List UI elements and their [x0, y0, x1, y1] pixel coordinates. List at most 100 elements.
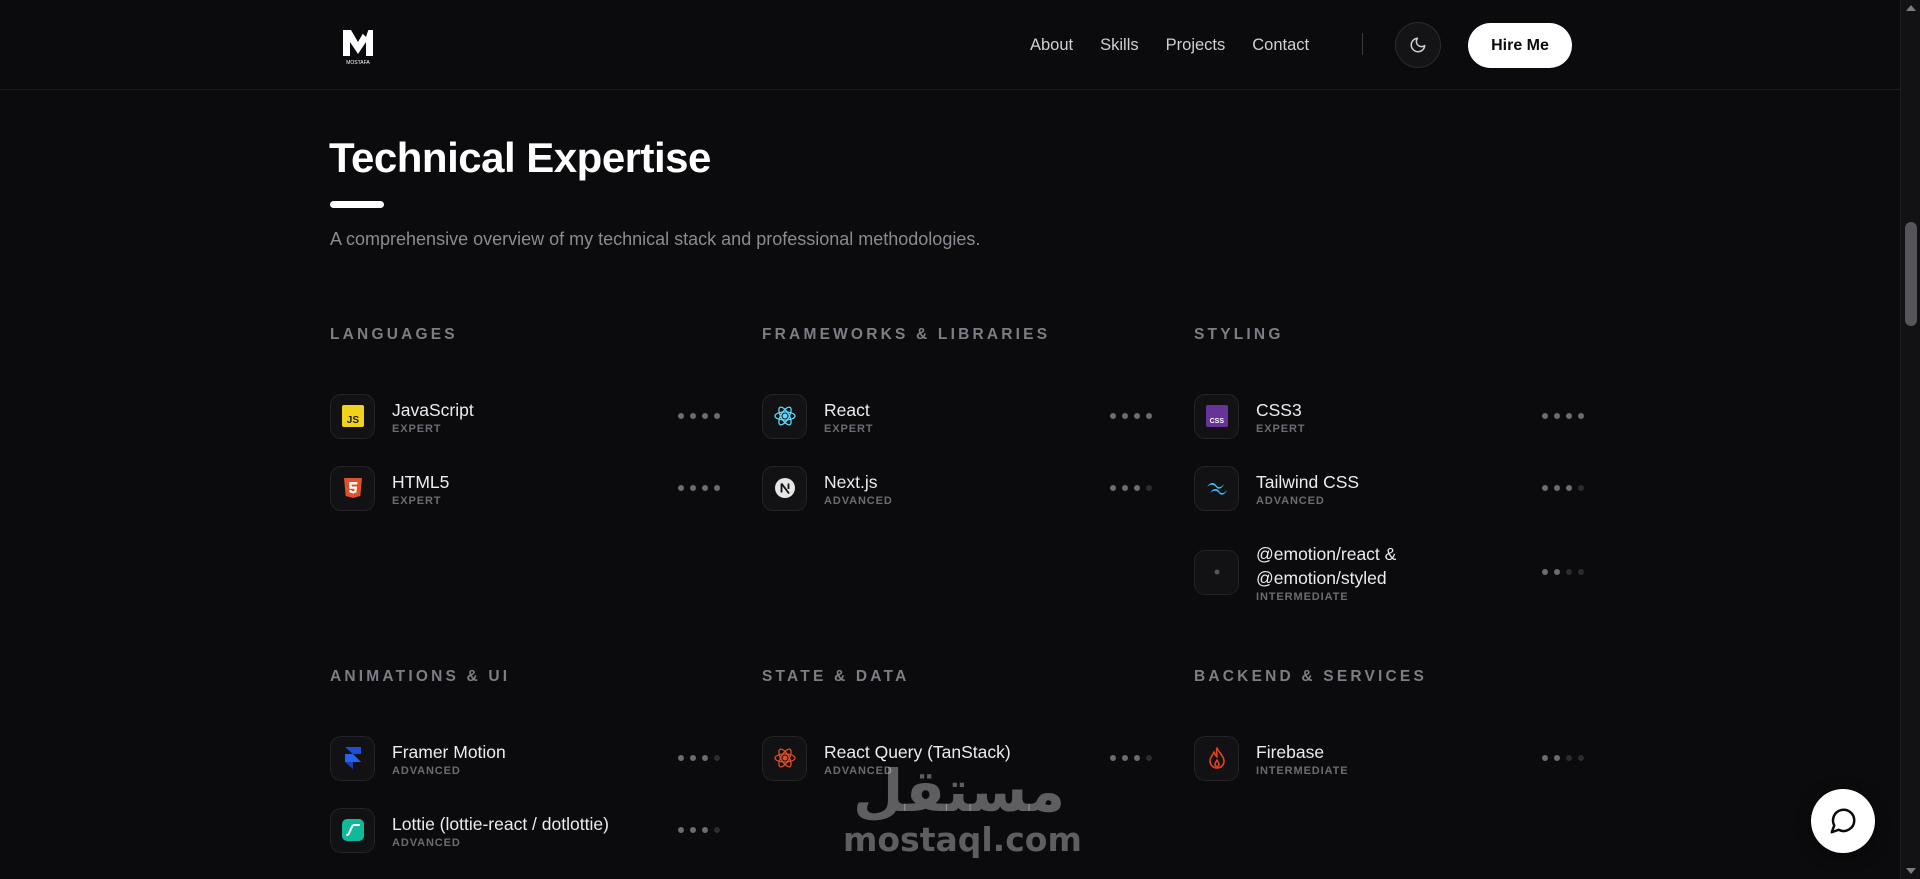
chat-button[interactable]	[1811, 789, 1875, 853]
level-dot	[678, 755, 684, 761]
level-dot	[702, 827, 708, 833]
level-dot	[714, 827, 720, 833]
skill-item-css3: CSS CSS3 Expert	[1194, 380, 1584, 452]
level-dot	[1542, 755, 1548, 761]
svg-text:JS: JS	[346, 415, 359, 426]
skill-level: Intermediate	[1256, 764, 1349, 777]
skill-name: Tailwind CSS	[1256, 471, 1360, 492]
skill-name: Lottie (lottie-react / dotlottie)	[392, 813, 609, 834]
level-dot	[1554, 413, 1560, 419]
nav-link-skills[interactable]: Skills	[1100, 36, 1139, 55]
skill-item-firebase: Firebase Intermediate	[1194, 722, 1584, 794]
level-dot	[1566, 485, 1572, 491]
level-dot	[1578, 755, 1584, 761]
page-scrollbar[interactable]	[1900, 0, 1920, 879]
level-dot	[1122, 755, 1128, 761]
level-dot	[1554, 485, 1560, 491]
level-dot	[678, 413, 684, 419]
moon-icon	[1410, 37, 1426, 53]
nav-link-about[interactable]: About	[1030, 36, 1073, 55]
level-dot	[678, 485, 684, 491]
category-languages: Languages JS JavaScript Expert HTML5 Exp…	[330, 326, 720, 524]
skill-level-dots	[678, 413, 720, 419]
level-dot	[678, 827, 684, 833]
level-dot	[1542, 485, 1548, 491]
category-title: Animations & UI	[330, 668, 511, 685]
scroll-thumb[interactable]	[1905, 222, 1917, 326]
javascript-icon: JS	[330, 393, 375, 439]
category-styling: Styling CSS CSS3 Expert Tailwind CSS Adv…	[1194, 326, 1584, 620]
lottie-icon	[330, 807, 375, 853]
skill-level: Expert	[824, 422, 874, 435]
category-frameworks: Frameworks & Libraries React Expert Next…	[762, 326, 1152, 524]
category-animations: Animations & UI Framer Motion Advanced L…	[330, 668, 720, 866]
level-dot	[702, 485, 708, 491]
skill-level-dots	[1110, 485, 1152, 491]
skill-name: CSS3	[1256, 399, 1302, 420]
tailwind-icon	[1194, 465, 1239, 511]
nav-divider	[1362, 33, 1363, 55]
watermark-latin: mostaql.com	[843, 820, 1082, 859]
level-dot	[714, 485, 720, 491]
skill-name: JavaScript	[392, 399, 474, 420]
title-underline	[330, 201, 384, 208]
skill-item-emotion: @emotion/react & @emotion/styled Interme…	[1194, 524, 1584, 620]
level-dot	[1566, 569, 1572, 575]
level-dot	[1134, 485, 1140, 491]
site-header: MOSTAFA About Skills Projects Contact Hi…	[0, 0, 1900, 90]
logo[interactable]: MOSTAFA	[340, 26, 376, 66]
theme-toggle-button[interactable]	[1395, 22, 1441, 68]
level-dot	[1542, 569, 1548, 575]
skill-level-dots	[1542, 485, 1584, 491]
scroll-up-arrow-icon[interactable]	[1906, 5, 1916, 11]
level-dot	[690, 413, 696, 419]
framer-motion-icon	[330, 735, 375, 781]
svg-text:CSS: CSS	[1209, 418, 1224, 425]
emotion-icon	[1194, 549, 1239, 595]
level-dot	[1578, 485, 1584, 491]
nav-link-projects[interactable]: Projects	[1166, 36, 1226, 55]
skill-item-framer-motion: Framer Motion Advanced	[330, 722, 720, 794]
level-dot	[690, 755, 696, 761]
level-dot	[1134, 755, 1140, 761]
skill-level-dots	[1542, 755, 1584, 761]
skill-item-lottie: Lottie (lottie-react / dotlottie) Advanc…	[330, 794, 720, 866]
skill-level: Advanced	[824, 494, 893, 507]
skill-level: Intermediate	[1256, 590, 1349, 603]
category-title: Styling	[1194, 326, 1284, 343]
skill-level: Advanced	[392, 836, 461, 849]
level-dot	[1566, 755, 1572, 761]
level-dot	[702, 755, 708, 761]
category-title: State & Data	[762, 668, 910, 685]
hire-me-button[interactable]: Hire Me	[1468, 23, 1572, 68]
level-dot	[1134, 413, 1140, 419]
level-dot	[690, 827, 696, 833]
skill-level-dots	[678, 827, 720, 833]
level-dot	[714, 413, 720, 419]
skill-level-dots	[678, 485, 720, 491]
level-dot	[1542, 413, 1548, 419]
skill-name: Firebase	[1256, 741, 1325, 762]
skill-name: Next.js	[824, 471, 878, 492]
skill-level-dots	[1542, 413, 1584, 419]
mostaql-watermark: مستقل mostaql.com	[843, 757, 1082, 859]
firebase-icon	[1194, 735, 1239, 781]
logo-caption: MOSTAFA	[346, 60, 370, 66]
level-dot	[1146, 413, 1152, 419]
level-dot	[1554, 755, 1560, 761]
nextjs-icon	[762, 465, 807, 511]
level-dot	[1110, 413, 1116, 419]
skill-name: React	[824, 399, 870, 420]
skill-level: Expert	[392, 494, 442, 507]
nav-link-contact[interactable]: Contact	[1252, 36, 1309, 55]
watermark-arabic: مستقل	[852, 757, 1066, 825]
level-dot	[1122, 485, 1128, 491]
scroll-down-arrow-icon[interactable]	[1906, 868, 1916, 874]
css3-icon: CSS	[1194, 393, 1239, 439]
skill-level: Expert	[392, 422, 442, 435]
level-dot	[1578, 569, 1584, 575]
level-dot	[1554, 569, 1560, 575]
category-title: Frameworks & Libraries	[762, 326, 1051, 343]
skill-level-dots	[678, 755, 720, 761]
level-dot	[1146, 485, 1152, 491]
